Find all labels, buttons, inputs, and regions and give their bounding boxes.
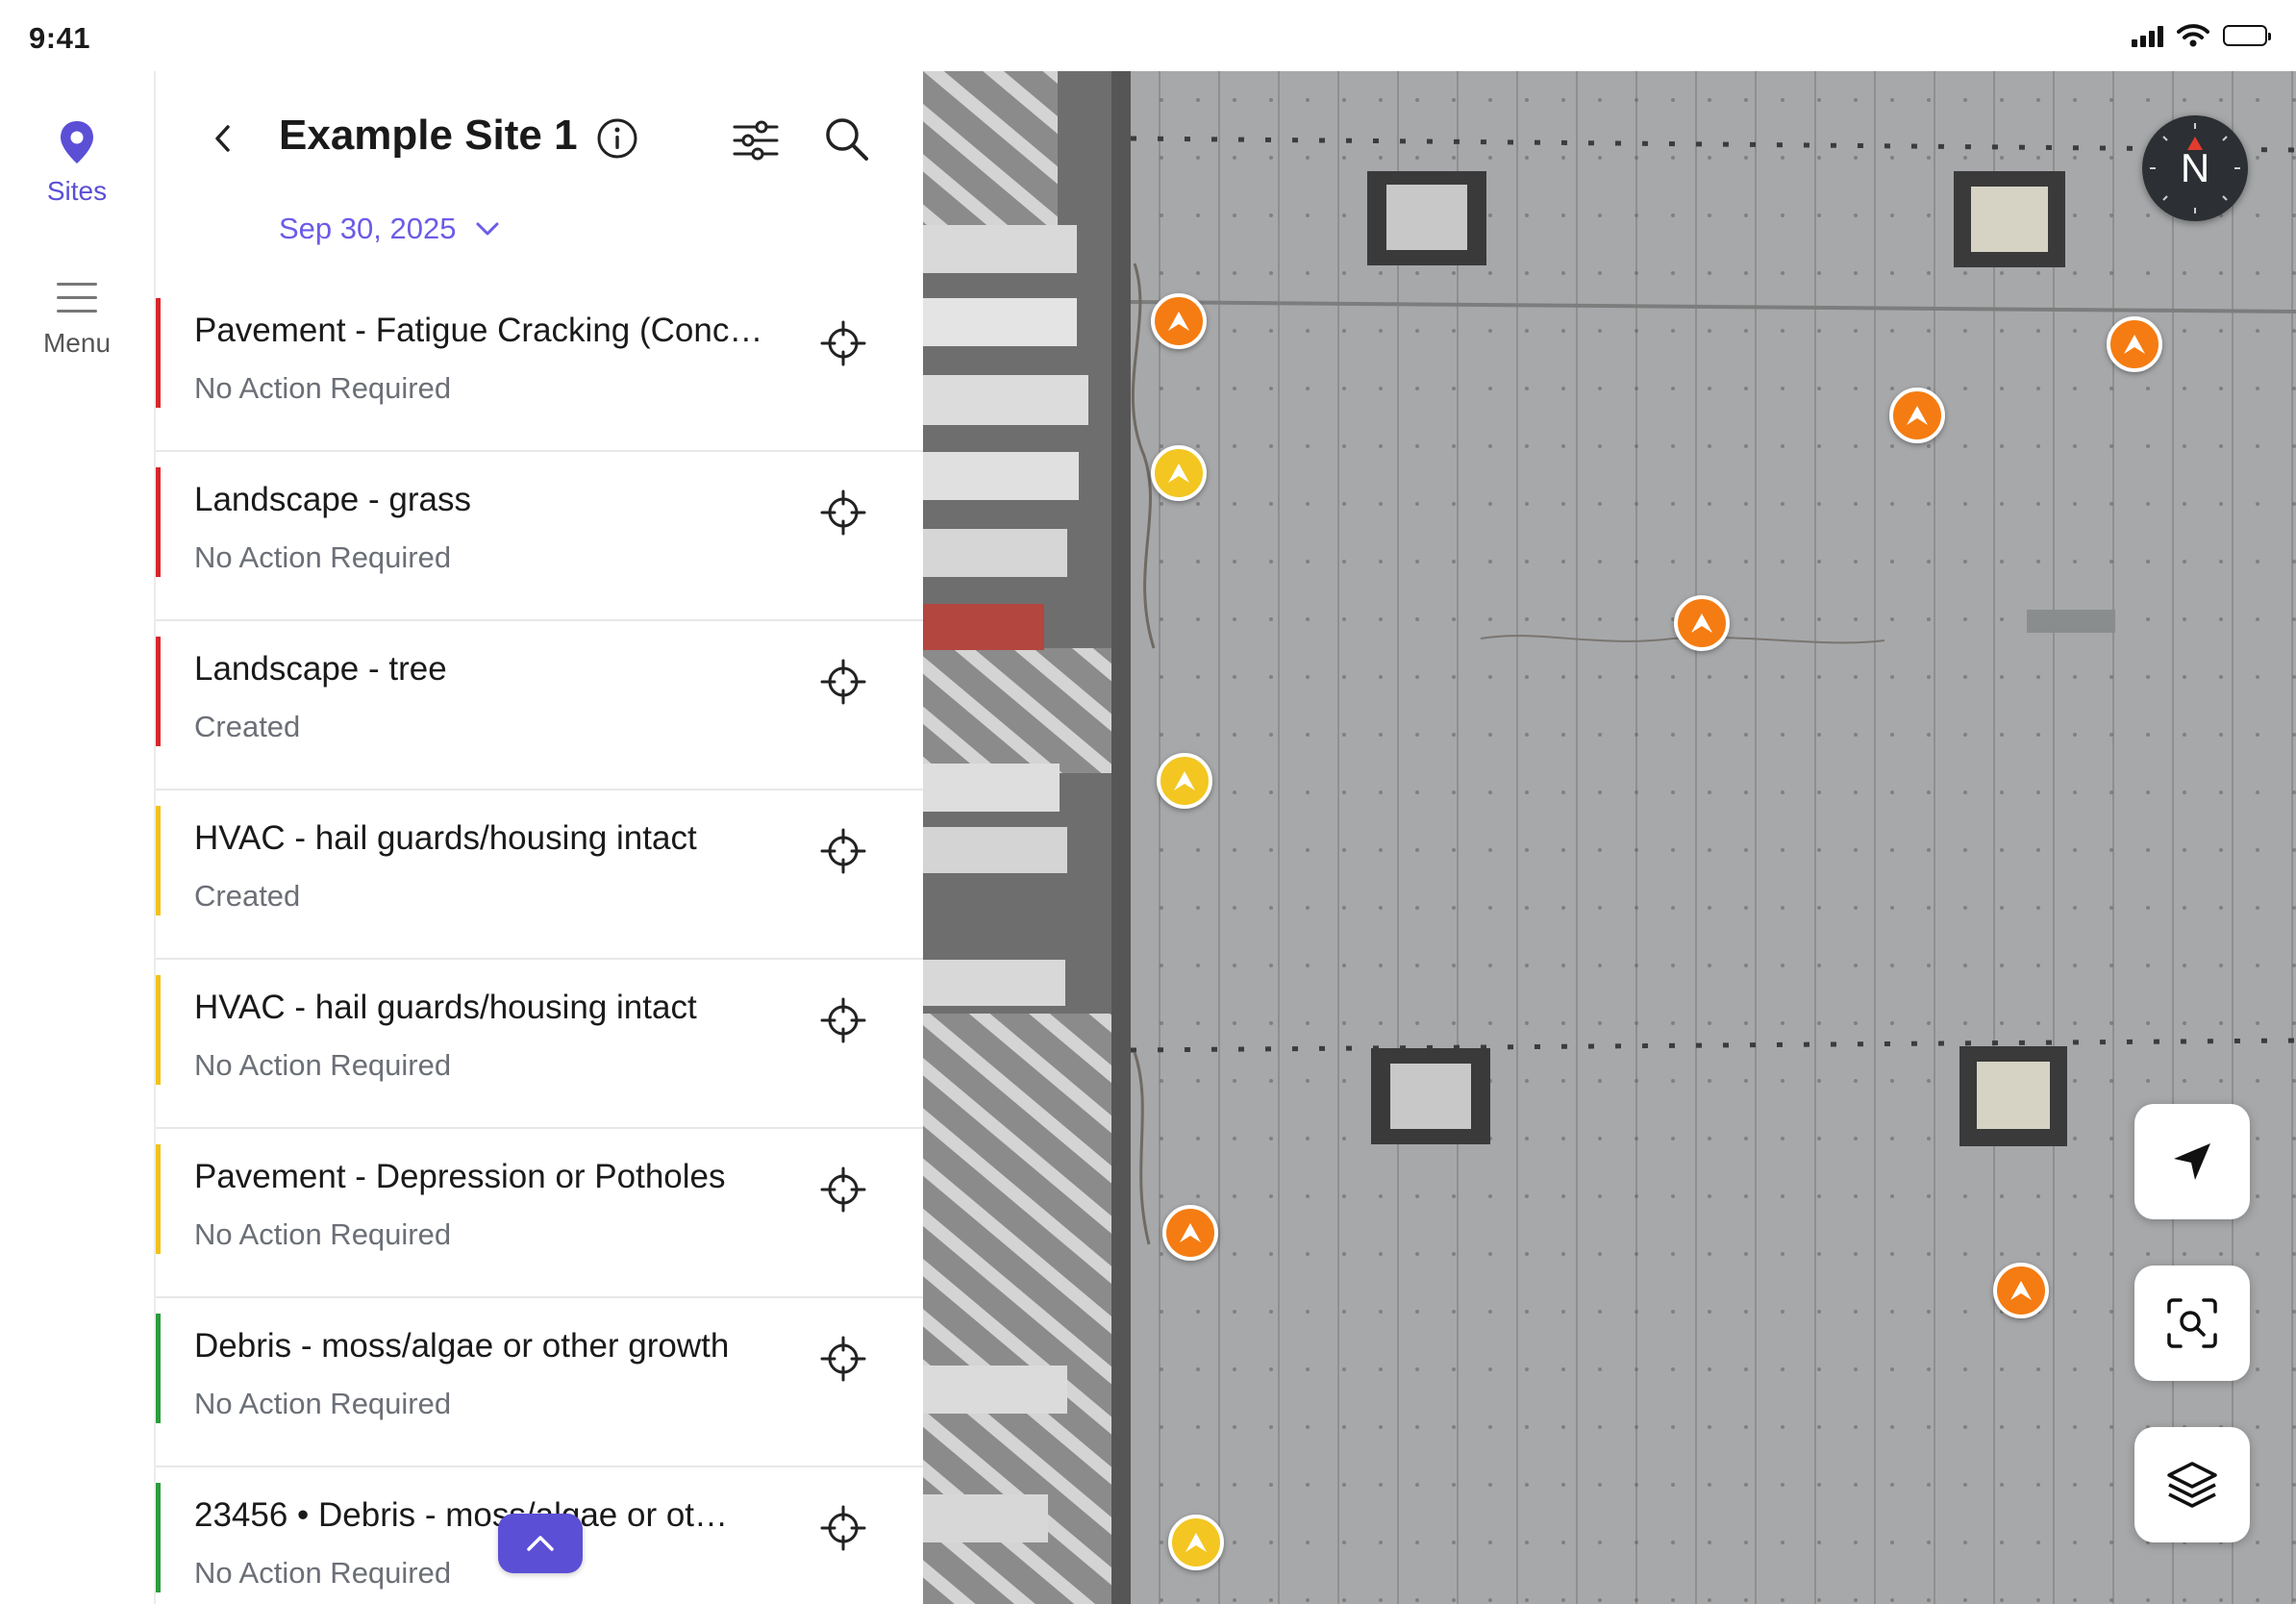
issue-status: No Action Required [194, 1387, 452, 1420]
info-icon[interactable] [594, 115, 640, 162]
issue-status: Created [194, 879, 301, 913]
issues-panel: Example Site 1 Sep 30, 2025 Pavement - F… [154, 71, 925, 1604]
hamburger-menu-icon [57, 283, 97, 313]
back-button[interactable] [202, 117, 244, 160]
rail-item-sites[interactable]: Sites [0, 119, 154, 207]
compass-button[interactable]: N [2142, 115, 2248, 221]
issue-list-item[interactable]: Landscape - tree Created [156, 621, 925, 790]
locate-crosshair-icon[interactable] [819, 489, 867, 537]
issue-map-marker[interactable] [1168, 1515, 1224, 1570]
locate-crosshair-icon[interactable] [819, 1165, 867, 1214]
chevron-up-marker-icon [1691, 614, 1712, 633]
severity-indicator [156, 637, 161, 746]
locate-crosshair-icon[interactable] [819, 658, 867, 706]
wifi-icon [2177, 24, 2209, 47]
cellular-signal-icon [2132, 24, 2163, 47]
chevron-up-marker-icon [2124, 335, 2145, 354]
chevron-down-icon [476, 222, 499, 236]
issue-title: HVAC - hail guards/housing intact [194, 989, 697, 1026]
chevron-up-icon [527, 1536, 554, 1551]
issue-title: 23456 • Debris - moss/algae or ot… [194, 1496, 729, 1534]
issue-status: No Action Required [194, 1217, 452, 1251]
chevron-up-marker-icon [1185, 1533, 1207, 1552]
navigation-rail: Sites Menu [0, 71, 154, 1604]
issue-title: Landscape - tree [194, 650, 447, 688]
issue-map-marker[interactable] [2107, 316, 2162, 372]
issue-map-marker[interactable] [1993, 1263, 2049, 1318]
severity-indicator [156, 1144, 161, 1254]
severity-indicator [156, 467, 161, 577]
issue-list: Pavement - Fatigue Cracking (Conc… No Act… [156, 283, 925, 1604]
selected-date: Sep 30, 2025 [279, 212, 457, 245]
issue-map-marker[interactable] [1162, 1205, 1218, 1261]
issue-list-item[interactable]: Pavement - Fatigue Cracking (Conc… No Act… [156, 283, 925, 452]
issue-list-item[interactable]: HVAC - hail guards/housing intact Created [156, 790, 925, 960]
issue-title: Pavement - Depression or Potholes [194, 1158, 726, 1195]
chevron-up-marker-icon [1174, 771, 1195, 790]
severity-indicator [156, 806, 161, 915]
location-pin-icon [61, 121, 93, 163]
issue-list-item[interactable]: Pavement - Depression or Potholes No Acti… [156, 1129, 925, 1298]
issue-map-marker[interactable] [1889, 388, 1945, 443]
severity-indicator [156, 1483, 161, 1592]
status-time: 9:41 [29, 21, 91, 55]
filter-sliders-icon[interactable] [731, 115, 781, 165]
page-title: Example Site 1 [279, 112, 578, 159]
my-location-button[interactable] [2134, 1104, 2250, 1219]
issue-title: HVAC - hail guards/housing intact [194, 819, 697, 857]
issue-status: No Action Required [194, 1556, 452, 1590]
severity-indicator [156, 975, 161, 1085]
locate-crosshair-icon[interactable] [819, 827, 867, 875]
aerial-map[interactable]: N [923, 71, 2296, 1604]
locate-crosshair-icon[interactable] [819, 1335, 867, 1383]
map-imagery [923, 71, 2296, 1604]
zoom-to-fit-button[interactable] [2134, 1266, 2250, 1381]
zoom-search-icon [2167, 1298, 2217, 1348]
chevron-up-marker-icon [1168, 464, 1189, 483]
issue-map-marker[interactable] [1157, 753, 1212, 809]
panel-header: Example Site 1 Sep 30, 2025 [156, 71, 925, 283]
compass-north-label: N [2180, 145, 2210, 190]
issue-status: Created [194, 710, 301, 743]
issue-title: Landscape - grass [194, 481, 471, 518]
chevron-left-icon [215, 125, 230, 152]
status-bar: 9:41 [0, 0, 2296, 71]
chevron-up-marker-icon [1180, 1223, 1201, 1242]
issue-title: Debris - moss/algae or other growth [194, 1327, 730, 1365]
status-icons [2132, 23, 2271, 48]
issue-list-item[interactable]: Landscape - grass No Action Required [156, 452, 925, 621]
rail-item-menu[interactable]: Menu [0, 279, 154, 359]
navigate-arrow-icon [2174, 1143, 2210, 1180]
locate-crosshair-icon[interactable] [819, 996, 867, 1044]
layers-icon [2167, 1462, 2217, 1508]
rail-item-label: Menu [42, 328, 112, 358]
issue-list-item[interactable]: HVAC - hail guards/housing intact No Acti… [156, 960, 925, 1129]
date-selector[interactable]: Sep 30, 2025 [279, 212, 500, 246]
issue-map-marker[interactable] [1151, 293, 1207, 349]
layers-button[interactable] [2134, 1427, 2250, 1542]
locate-crosshair-icon[interactable] [819, 1504, 867, 1552]
issue-status: No Action Required [194, 540, 452, 574]
issue-status: No Action Required [194, 1048, 452, 1082]
issue-map-marker[interactable] [1674, 595, 1730, 651]
issue-list-item[interactable]: Debris - moss/algae or other growth No Ac… [156, 1298, 925, 1467]
severity-indicator [156, 298, 161, 408]
chevron-up-marker-icon [1907, 406, 1928, 425]
rail-item-label: Sites [46, 176, 108, 206]
severity-indicator [156, 1314, 161, 1423]
issue-status: No Action Required [194, 371, 452, 405]
battery-icon [2223, 25, 2271, 46]
issue-map-marker[interactable] [1151, 445, 1207, 501]
search-icon[interactable] [821, 113, 871, 163]
scroll-to-top-button[interactable] [498, 1514, 583, 1573]
chevron-up-marker-icon [1168, 312, 1189, 331]
locate-crosshair-icon[interactable] [819, 319, 867, 367]
issue-title: Pavement - Fatigue Cracking (Conc… [194, 312, 763, 349]
chevron-up-marker-icon [2010, 1281, 2032, 1300]
